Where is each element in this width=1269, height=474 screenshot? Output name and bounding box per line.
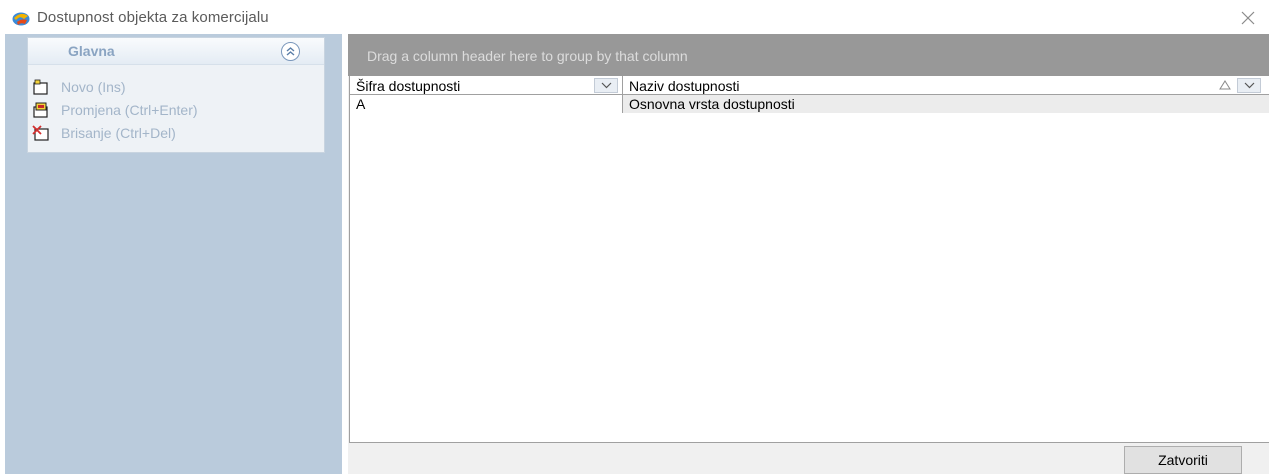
- filter-dropdown-icon: [1244, 82, 1255, 89]
- sort-ascending-icon: [1219, 80, 1231, 90]
- filter-dropdown-naziv[interactable]: [1237, 78, 1261, 93]
- chevron-double-up-icon: [286, 47, 295, 56]
- action-group-title: Glavna: [68, 43, 115, 59]
- grid-area: Drag a column header here to group by th…: [348, 34, 1269, 474]
- menu-item-new-label: Novo (Ins): [61, 79, 126, 95]
- window-title: Dostupnost objekta za komercijalu: [37, 9, 269, 26]
- data-grid[interactable]: Šifra dostupnosti Naziv dostupnosti A Os…: [349, 76, 1269, 443]
- cell-sifra-value: A: [356, 96, 366, 112]
- group-by-hint: Drag a column header here to group by th…: [367, 48, 688, 64]
- menu-item-delete-label: Brisanje (Ctrl+Del): [61, 125, 176, 141]
- column-header-sifra[interactable]: Šifra dostupnosti: [350, 76, 623, 95]
- action-group: Glavna Novo (Ins) Promjena (Ctrl+Enter): [27, 37, 325, 153]
- filter-dropdown-sifra[interactable]: [594, 78, 618, 93]
- menu-item-delete[interactable]: Brisanje (Ctrl+Del): [32, 124, 312, 144]
- cell-naziv-value: Osnovna vrsta dostupnosti: [629, 96, 795, 112]
- collapse-group-button[interactable]: [281, 42, 300, 61]
- menu-item-new[interactable]: Novo (Ins): [32, 78, 312, 98]
- filter-dropdown-icon: [601, 82, 612, 89]
- group-by-panel[interactable]: Drag a column header here to group by th…: [348, 34, 1269, 76]
- column-header-naziv[interactable]: Naziv dostupnosti: [623, 76, 1269, 95]
- menu-item-edit[interactable]: Promjena (Ctrl+Enter): [32, 101, 312, 121]
- action-group-header[interactable]: Glavna: [28, 38, 324, 65]
- edit-document-icon: [33, 102, 48, 118]
- column-header-naziv-label: Naziv dostupnosti: [629, 78, 740, 94]
- new-document-icon: [33, 79, 48, 95]
- column-header-sifra-label: Šifra dostupnosti: [356, 78, 461, 94]
- table-row-cell-naziv[interactable]: Osnovna vrsta dostupnosti: [623, 95, 1269, 113]
- close-icon[interactable]: [1238, 9, 1258, 27]
- sidebar-panel: Glavna Novo (Ins) Promjena (Ctrl+Enter): [5, 34, 342, 474]
- close-button[interactable]: Zatvoriti: [1124, 446, 1242, 474]
- app-logo-icon: [12, 12, 30, 26]
- delete-document-icon: [32, 125, 49, 141]
- window-title-bar: Dostupnost objekta za komercijalu: [0, 0, 1269, 34]
- table-row-cell-sifra[interactable]: A: [350, 95, 623, 113]
- menu-item-edit-label: Promjena (Ctrl+Enter): [61, 102, 198, 118]
